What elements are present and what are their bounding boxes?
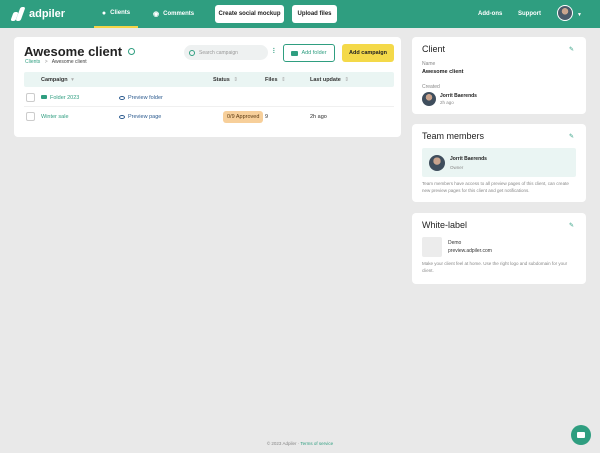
files-count: 9 — [265, 114, 269, 120]
member-role: Owner — [450, 165, 464, 170]
addons-link[interactable]: Add-ons — [478, 0, 502, 28]
edit-pencil-icon[interactable]: ✎ — [569, 222, 574, 229]
upload-files-button[interactable]: Upload files — [292, 5, 337, 23]
copyright: © 2023 Adpiler · — [266, 441, 301, 446]
user-avatar[interactable] — [557, 5, 573, 21]
adpiler-logo[interactable]: adpiler — [10, 7, 66, 21]
row-checkbox[interactable] — [26, 112, 35, 121]
sort-icon: ⇕ — [231, 77, 238, 83]
team-members-card: Team members ✎ Jorrit Baerends Owner Tea… — [412, 124, 586, 202]
tab-clients[interactable]: ● Clients — [94, 0, 138, 28]
breadcrumb: Clients > Awesome client — [25, 59, 87, 65]
column-campaign[interactable]: Campaign ▾ — [41, 77, 74, 83]
created-when: 2h ago — [440, 100, 454, 105]
comment-icon: ◉ — [153, 11, 160, 18]
tab-clients-label: Clients — [110, 10, 131, 16]
edit-client-icon[interactable] — [128, 48, 135, 55]
column-files[interactable]: Files ⇕ — [265, 77, 286, 83]
page-title: Awesome client — [24, 44, 123, 59]
folder-name[interactable]: Folder 2023 — [41, 95, 79, 101]
search-input[interactable] — [199, 49, 263, 56]
client-name: Awesome client — [422, 69, 464, 75]
edit-pencil-icon[interactable]: ✎ — [569, 46, 574, 53]
campaign-name[interactable]: Winter sale — [41, 114, 69, 120]
sort-icon: ⇕ — [279, 77, 286, 83]
breadcrumb-separator: > — [44, 59, 48, 65]
team-description: Team members have access to all preview … — [422, 181, 569, 193]
preview-page-label: Preview page — [128, 114, 162, 120]
table-row[interactable]: Winter sale Preview page 0/9 Approved 9 … — [24, 108, 394, 126]
chevron-down-icon[interactable]: ▼ — [577, 12, 582, 18]
column-status[interactable]: Status ⇕ — [213, 77, 238, 83]
search-box[interactable] — [184, 45, 268, 60]
client-card-title: Client — [422, 44, 446, 54]
add-campaign-button[interactable]: Add campaign — [342, 44, 394, 62]
column-last-update-label: Last update — [310, 77, 341, 83]
search-icon — [189, 49, 195, 56]
tab-comments-label: Comments — [163, 11, 195, 17]
client-name-label: Name — [422, 61, 436, 67]
folder-plus-icon — [291, 50, 299, 56]
brand-logo-placeholder — [422, 237, 442, 257]
member-name: Jorrit Baerends — [450, 156, 487, 162]
top-navbar: adpiler ● Clients ◉ Comments Create soci… — [0, 0, 600, 28]
eye-icon — [119, 114, 125, 119]
preview-folder-label: Preview folder — [128, 95, 163, 101]
support-link[interactable]: Support — [518, 0, 541, 28]
preview-page-link[interactable]: Preview page — [119, 114, 161, 120]
last-update: 2h ago — [310, 114, 327, 120]
client-card: Client ✎ Name Awesome client Created Jor… — [412, 37, 586, 114]
white-label-card: White-label ✎ Demo preview.adpiler.com M… — [412, 213, 586, 284]
avatar — [429, 155, 445, 171]
column-status-label: Status — [213, 77, 230, 83]
folder-icon — [41, 95, 47, 99]
member-item: Jorrit Baerends Owner — [422, 148, 576, 177]
created-label: Created — [422, 84, 440, 90]
chat-button[interactable] — [571, 425, 591, 445]
column-last-update[interactable]: Last update ⇕ — [310, 77, 349, 83]
tab-comments[interactable]: ◉ Comments — [153, 0, 194, 28]
avatar — [422, 92, 436, 106]
create-social-mockup-button[interactable]: Create social mockup — [215, 5, 284, 23]
column-campaign-label: Campaign — [41, 77, 68, 83]
white-label-brand: Demo — [448, 240, 462, 246]
status-badge: 0/9 Approved — [223, 111, 264, 123]
table-row[interactable]: Folder 2023 Preview folder — [24, 89, 394, 107]
white-label-description: Make your client feel at home. Use the r… — [422, 261, 568, 273]
breadcrumb-current: Awesome client — [51, 59, 87, 65]
brand-name: adpiler — [29, 8, 66, 20]
white-label-domain: preview.adpiler.com — [448, 248, 492, 254]
add-folder-button[interactable]: Add folder — [283, 44, 335, 62]
edit-pencil-icon[interactable]: ✎ — [569, 133, 574, 140]
team-card-title: Team members — [422, 131, 485, 141]
white-label-card-title: White-label — [422, 220, 468, 230]
folder-name-label: Folder 2023 — [50, 95, 80, 101]
user-icon: ● — [101, 9, 107, 17]
chevron-down-icon: ▾ — [69, 77, 74, 83]
breadcrumb-clients-link[interactable]: Clients — [25, 59, 40, 65]
created-by: Jorrit Baerends — [440, 93, 477, 99]
more-options-icon[interactable]: · · · — [272, 46, 276, 57]
sort-icon: ⇕ — [342, 77, 350, 83]
campaigns-card: Awesome client Clients > Awesome client … — [14, 37, 401, 137]
table-header: Campaign ▾ Status ⇕ Files ⇕ Last update … — [24, 72, 394, 87]
column-files-label: Files — [265, 77, 278, 83]
footer: © 2023 Adpiler · Terms of service — [0, 441, 600, 446]
terms-link[interactable]: Terms of service — [300, 441, 333, 446]
chat-icon — [577, 432, 585, 438]
preview-folder-link[interactable]: Preview folder — [119, 95, 163, 101]
eye-icon — [119, 95, 125, 100]
add-folder-label: Add folder — [301, 50, 327, 56]
logo-mark-icon — [10, 7, 26, 21]
row-checkbox[interactable] — [26, 93, 35, 102]
